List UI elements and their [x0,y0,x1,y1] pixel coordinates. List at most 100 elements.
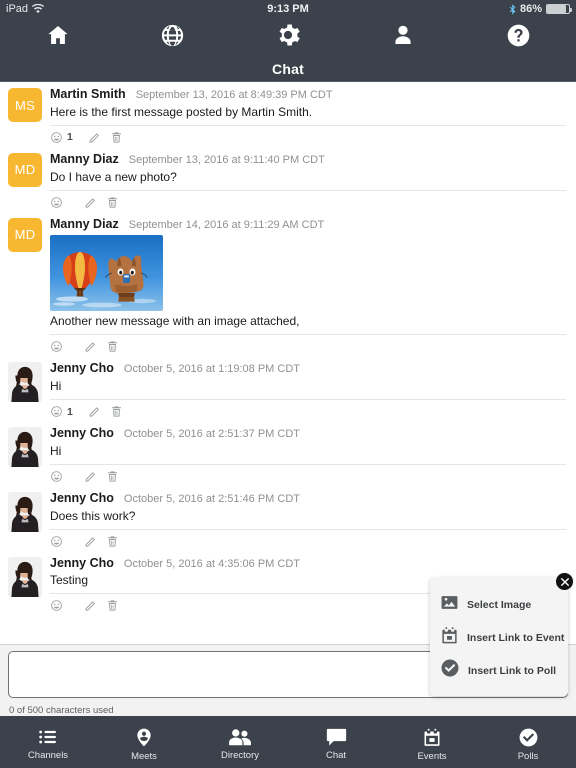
message-author: Manny Diaz [50,151,119,166]
people-icon [228,727,252,747]
close-icon[interactable] [555,572,574,591]
battery-icon [546,4,572,14]
tab-channels[interactable]: Channels [0,716,96,768]
delete-icon [106,535,119,548]
gear-icon [275,22,301,53]
message-actions: 1 [50,124,566,147]
app-root: iPad 9:13 PM 86% Chat MS Martin Smith Se… [0,0,576,768]
edit-button[interactable] [84,340,97,353]
message-body: Jenny Cho October 5, 2016 at 1:19:08 PM C… [50,361,566,421]
calendar-icon [440,626,459,650]
delete-button[interactable] [110,131,123,144]
popup-item-insert-link-to-poll[interactable]: Insert Link to Poll [440,654,560,687]
tab-label: Chat [325,750,347,761]
nav-globe-button[interactable] [115,18,230,57]
tab-label: Directory [220,750,259,761]
wifi-icon [32,3,45,14]
image-icon [440,593,459,617]
edit-button[interactable] [84,535,97,548]
edit-button[interactable] [84,196,97,209]
nav-home-button[interactable] [0,18,115,57]
avatar[interactable]: MD [8,217,42,357]
message-body: Martin Smith September 13, 2016 at 8:49:3… [50,87,566,147]
message-row: Jenny Cho October 5, 2016 at 1:19:08 PM C… [0,356,576,421]
message-author: Martin Smith [50,87,126,101]
avatar-initials: MS [8,88,42,122]
reaction-icon [50,470,63,483]
reaction-count: 1 [67,131,73,144]
message-row: Jenny Cho October 5, 2016 at 2:51:37 PM C… [0,421,576,486]
delete-button[interactable] [110,405,123,418]
reaction-icon [50,535,63,548]
page-title: Chat [0,57,576,82]
message-header: Jenny Cho October 5, 2016 at 4:35:06 PM C… [50,556,566,571]
device-name: iPad [6,3,29,15]
calendar-icon [422,727,442,748]
reaction-button[interactable]: 1 [50,405,73,418]
message-header: Jenny Cho October 5, 2016 at 1:19:08 PM C… [50,361,566,376]
bluetooth-icon [509,3,516,15]
message-attachment-image[interactable] [50,235,163,312]
map-pin-person-icon [134,727,154,748]
reaction-button[interactable]: 1 [50,131,73,144]
popup-item-select-image[interactable]: Select Image [440,588,560,621]
avatar[interactable] [8,491,42,551]
message-actions [50,189,566,212]
avatar[interactable]: MS [8,88,42,147]
reaction-button[interactable] [50,196,63,209]
battery-percent-label: 86% [519,3,542,15]
nav-help-button[interactable] [461,18,576,57]
avatar[interactable]: MD [8,152,42,212]
tab-label: Events [417,750,447,762]
delete-button[interactable] [106,340,119,353]
edit-button[interactable] [88,131,101,144]
delete-button[interactable] [106,599,119,612]
edit-button[interactable] [88,405,101,418]
tab-label: Polls [517,750,539,762]
reaction-button[interactable] [50,340,63,353]
tab-meets[interactable]: Meets [96,716,192,768]
avatar-initials: MD [8,217,42,252]
delete-icon [110,405,123,418]
status-bar-right: 86% [509,3,572,15]
check-circle-icon [518,727,539,748]
message-author: Jenny Cho [50,490,114,505]
edit-button[interactable] [84,470,97,483]
nav-settings-button[interactable] [230,18,345,57]
message-author: Manny Diaz [50,216,119,231]
message-actions [50,463,566,486]
tab-directory[interactable]: Directory [192,716,288,768]
avatar-photo [8,491,42,532]
tab-events[interactable]: Events [384,716,480,768]
avatar[interactable] [8,362,42,421]
message-list[interactable]: MS Martin Smith September 13, 2016 at 8:49… [0,82,576,644]
tab-chat[interactable]: Chat [288,716,384,768]
reaction-icon [50,340,63,353]
avatar[interactable] [8,427,42,486]
reaction-icon [50,196,63,209]
reaction-button[interactable] [50,470,63,483]
person-icon [391,23,415,52]
message-timestamp: September 13, 2016 at 8:49:39 PM CDT [135,89,333,101]
delete-icon [106,470,119,483]
popup-item-insert-link-to-event[interactable]: Insert Link to Event [440,621,564,654]
message-timestamp: October 5, 2016 at 4:35:06 PM CDT [123,557,300,570]
reaction-button[interactable] [50,599,63,612]
avatar-photo [8,427,42,467]
message-timestamp: October 5, 2016 at 2:51:46 PM CDT [123,492,300,505]
edit-icon [84,340,97,353]
delete-button[interactable] [106,196,119,209]
check-circle-icon [440,658,460,683]
edit-icon [84,196,97,209]
message-timestamp: October 5, 2016 at 1:19:08 PM CDT [123,363,300,376]
delete-button[interactable] [106,470,119,483]
globe-icon [160,23,185,53]
tab-polls[interactable]: Polls [480,716,576,768]
edit-button[interactable] [84,599,97,612]
avatar[interactable] [8,556,42,616]
delete-button[interactable] [106,535,119,548]
reaction-icon [50,131,63,144]
reaction-button[interactable] [50,535,63,548]
nav-profile-button[interactable] [346,18,461,57]
avatar-photo [8,362,42,403]
